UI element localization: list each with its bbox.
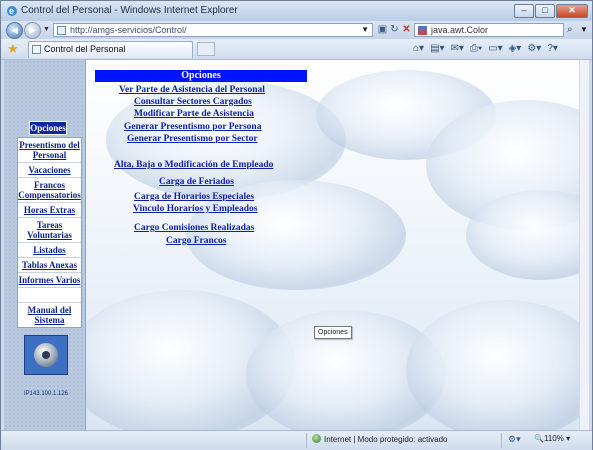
sidebar: Opciones Presentismo del Personal Vacaci… [4, 60, 86, 430]
page-icon [57, 26, 66, 35]
command-bar: ⌂▾ ▤▾ ✉▾ ⎙▾ ▭▾ ◈▾ ⚙▾ ?▾ [413, 42, 558, 56]
sidebar-item-tablas[interactable]: Tablas Anexas [18, 258, 81, 273]
link-presentismo-persona[interactable]: Generar Presentismo por Persona [124, 122, 261, 132]
safety-menu-icon[interactable]: ◈▾ [509, 42, 522, 56]
feeds-icon[interactable]: ▤▾ [430, 42, 444, 56]
maximize-button[interactable]: □ [535, 4, 555, 18]
sidebar-item-horas-extras[interactable]: Horas Extras [18, 203, 81, 218]
search-provider-icon [418, 26, 427, 35]
print-icon[interactable]: ⎙▾ [470, 42, 482, 56]
favorites-star-icon[interactable]: ★ [7, 41, 19, 57]
sidebar-item-informes[interactable]: Informes Varios [18, 273, 81, 288]
title-bar: e Control del Personal - Windows Interne… [1, 1, 592, 21]
history-dropdown-icon[interactable]: ▼ [43, 26, 50, 33]
protected-mode-icon[interactable]: ⚙▾ [508, 434, 521, 445]
system-logo [24, 335, 68, 375]
options-heading: Opciones [95, 70, 307, 82]
stop-icon[interactable]: ✕ [401, 24, 412, 35]
search-icon[interactable]: ⌕ [567, 24, 573, 35]
link-consultar-sectores[interactable]: Consultar Sectores Cargados [134, 97, 252, 107]
forward-button[interactable]: ▶ [24, 22, 41, 39]
link-vinculo-horarios[interactable]: Vinculo Horarios y Empleados [133, 204, 257, 214]
sidebar-item-francos[interactable]: Francos Compensatorios [18, 178, 81, 203]
link-cargo-francos[interactable]: Cargo Francos [166, 236, 226, 246]
tools-menu-icon[interactable]: ⚙▾ [527, 42, 541, 56]
page-menu-icon[interactable]: ▭▾ [488, 42, 502, 56]
tab-row: ★ Control del Personal ⌂▾ ▤▾ ✉▾ ⎙▾ ▭▾ ◈▾… [1, 39, 592, 60]
ip-address: IP143.100.1.126 [23, 391, 69, 397]
mail-icon[interactable]: ✉▾ [451, 42, 464, 56]
status-bar: Internet | Modo protegido: activado ⚙▾ 🔍… [1, 430, 592, 450]
tooltip: Opciones [314, 326, 352, 339]
back-button[interactable]: ◀ [6, 22, 23, 39]
ie-logo-icon: e [7, 6, 17, 16]
sidebar-item-blank [18, 288, 81, 303]
new-tab-button[interactable] [197, 42, 215, 56]
link-presentismo-sector[interactable]: Generar Presentismo por Sector [127, 134, 258, 144]
link-ver-parte[interactable]: Ver Parte de Asistencia del Personal [119, 85, 265, 95]
svg-text:e: e [9, 6, 14, 16]
zoom-level[interactable]: 🔍110% ▾ [534, 434, 570, 443]
sidebar-item-presentismo[interactable]: Presentismo del Personal [18, 138, 81, 163]
security-zone[interactable]: Internet | Modo protegido: activado [312, 434, 448, 444]
link-horarios-especiales[interactable]: Carga de Horarios Especiales [134, 192, 254, 202]
link-cargo-comisiones[interactable]: Cargo Comisiones Realizadas [134, 223, 254, 233]
tab-control-del-personal[interactable]: Control del Personal [28, 41, 193, 58]
sidebar-item-vacaciones[interactable]: Vacaciones [18, 163, 81, 178]
refresh-icon[interactable]: ↻ [389, 24, 400, 35]
address-dropdown-icon[interactable]: ▼ [361, 25, 369, 34]
compatibility-icon[interactable]: ▣ [377, 24, 388, 35]
address-row: ◀ ▶ ▼ http://amgs-servicios/Control/ ▼ ▣… [1, 21, 592, 39]
window-title: Control del Personal - Windows Internet … [21, 5, 238, 16]
address-url[interactable]: http://amgs-servicios/Control/ [70, 25, 187, 35]
tab-label: Control del Personal [44, 44, 126, 54]
browser-window: e Control del Personal - Windows Interne… [0, 0, 593, 450]
minimize-button[interactable]: – [514, 4, 534, 18]
ring-logo-icon [34, 343, 58, 367]
home-icon[interactable]: ⌂▾ [413, 42, 424, 56]
search-input[interactable]: java.awt.Color [431, 25, 488, 35]
help-icon[interactable]: ?▾ [547, 42, 558, 56]
address-bar[interactable]: http://amgs-servicios/Control/ ▼ [53, 23, 373, 37]
link-alta-baja-empleado[interactable]: Alta, Baja o Modificación de Empleado [114, 160, 273, 170]
sidebar-heading[interactable]: Opciones [29, 121, 67, 135]
zoom-value: 110% [543, 434, 564, 443]
link-carga-feriados[interactable]: Carga de Feriados [159, 177, 234, 187]
page-content: Opciones Presentismo del Personal Vacaci… [4, 60, 589, 430]
security-zone-text: Internet | Modo protegido: activado [324, 435, 448, 444]
sidebar-item-tareas[interactable]: Tareas Voluntarias [18, 218, 81, 243]
tab-page-icon [32, 45, 41, 54]
scrollbar[interactable] [579, 60, 589, 430]
sidebar-item-manual[interactable]: Manual del Sistema [18, 303, 81, 327]
sidebar-item-listados[interactable]: Listados [18, 243, 81, 258]
link-modificar-parte[interactable]: Modificar Parte de Asistencia [134, 109, 254, 119]
search-box[interactable]: java.awt.Color [414, 23, 564, 37]
search-dropdown-icon[interactable]: ▼ [580, 25, 588, 34]
close-button[interactable]: ✕ [556, 4, 588, 18]
sidebar-menu: Presentismo del Personal Vacaciones Fran… [17, 137, 82, 328]
zoom-icon: 🔍 [534, 434, 544, 443]
internet-globe-icon [312, 434, 321, 443]
